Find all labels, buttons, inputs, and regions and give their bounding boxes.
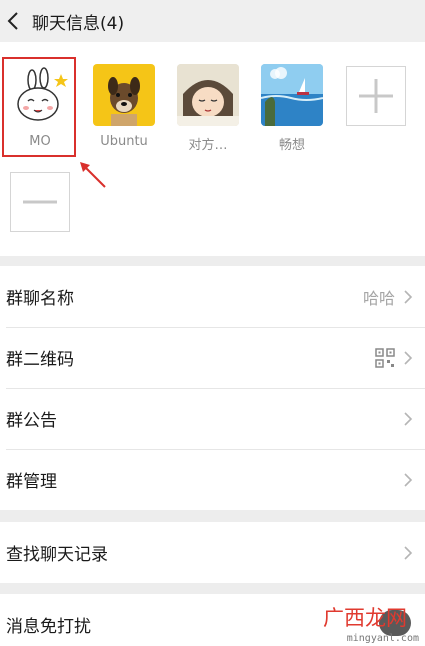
member-item[interactable]: 畅想 [260,64,324,153]
member-name: Ubuntu [100,134,148,149]
top-bar: 聊天信息(4) [0,0,425,42]
group-name-value: 哈哈 [362,288,395,308]
highlight-box [2,57,76,157]
qr-code-row[interactable]: 群二维码 [0,327,425,388]
search-history-label: 查找聊天记录 [6,545,108,565]
qr-code-icon [375,347,395,368]
history-settings: 查找聊天记录 [0,522,425,583]
group-settings: 群聊名称 哈哈 群二维码 群公告 群管理 [0,266,425,510]
plus-icon [359,79,393,113]
chevron-right-icon [404,472,413,487]
back-button[interactable] [2,10,24,32]
avatar [261,64,323,126]
arrow-annotation [80,162,106,188]
chevron-left-icon [7,12,18,30]
group-name-label: 群聊名称 [6,289,74,309]
member-name: 对方… [188,138,228,153]
member-item[interactable]: 对方… [176,64,240,153]
mute-label: 消息免打扰 [6,617,91,637]
member-item[interactable]: Ubuntu [92,64,156,149]
add-member-button[interactable] [346,66,406,126]
chevron-right-icon [404,350,413,365]
search-history-row[interactable]: 查找聊天记录 [0,522,425,583]
avatar [93,64,155,126]
minus-icon [23,200,57,204]
chevron-right-icon [404,411,413,426]
qr-code-label: 群二维码 [6,350,74,370]
member-name: 畅想 [278,138,305,153]
announcement-row[interactable]: 群公告 [0,388,425,449]
group-name-row[interactable]: 群聊名称 哈哈 [0,266,425,327]
watermark-logo: 广西龙网 [323,606,407,630]
remove-member-button[interactable] [10,172,70,232]
avatar [177,64,239,126]
chevron-right-icon [404,545,413,560]
page-title: 聊天信息(4) [32,13,125,34]
watermark-url: mingyanl.com [346,633,419,644]
member-grid: MO Ubuntu 对方… 畅想 [0,42,425,256]
chevron-right-icon [404,289,413,304]
group-manage-row[interactable]: 群管理 [0,449,425,510]
announcement-label: 群公告 [6,411,57,431]
group-manage-label: 群管理 [6,472,57,492]
